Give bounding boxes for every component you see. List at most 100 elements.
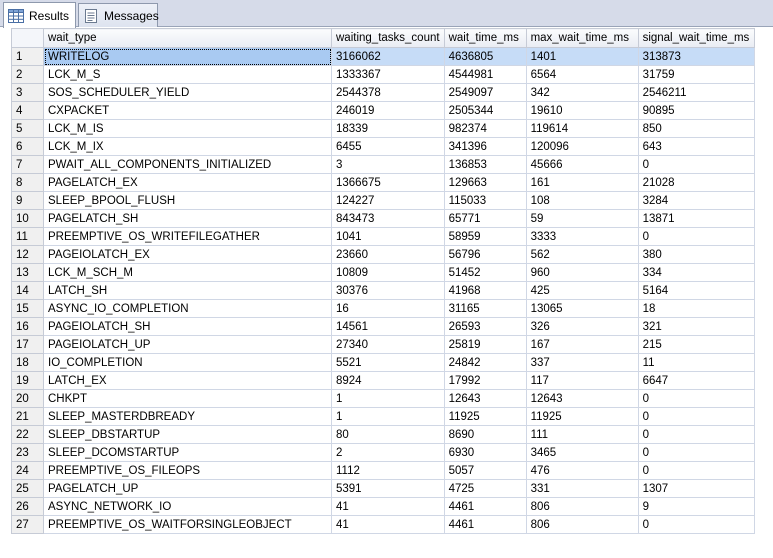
signal-wait-time-ms-cell[interactable]: 9 — [637, 497, 755, 516]
row-number[interactable]: 26 — [11, 497, 44, 516]
signal-wait-time-ms-cell[interactable]: 3284 — [637, 191, 755, 210]
waiting-tasks-count-cell[interactable]: 2 — [331, 443, 445, 462]
wait-type-cell[interactable]: SOS_SCHEDULER_YIELD — [43, 83, 332, 102]
signal-wait-time-ms-cell[interactable]: 1307 — [637, 479, 755, 498]
row-number[interactable]: 1 — [11, 47, 44, 66]
row-number[interactable]: 19 — [11, 371, 44, 390]
wait-time-ms-cell[interactable]: 341396 — [443, 137, 527, 156]
table-row[interactable]: 22 SLEEP_DBSTARTUP 80 8690 111 0 — [11, 425, 755, 444]
wait-time-ms-cell[interactable]: 4461 — [443, 497, 527, 516]
row-number[interactable]: 4 — [11, 101, 44, 120]
signal-wait-time-ms-cell[interactable]: 2546211 — [637, 83, 755, 102]
waiting-tasks-count-cell[interactable]: 10809 — [331, 263, 445, 282]
waiting-tasks-count-cell[interactable]: 30376 — [331, 281, 445, 300]
row-number[interactable]: 15 — [11, 299, 44, 318]
waiting-tasks-count-cell[interactable]: 14561 — [331, 317, 445, 336]
row-number[interactable]: 11 — [11, 227, 44, 246]
signal-wait-time-ms-cell[interactable]: 334 — [637, 263, 755, 282]
wait-type-cell[interactable]: IO_COMPLETION — [43, 353, 332, 372]
wait-type-cell[interactable]: PWAIT_ALL_COMPONENTS_INITIALIZED — [43, 155, 332, 174]
wait-type-cell[interactable]: LATCH_SH — [43, 281, 332, 300]
waiting-tasks-count-cell[interactable]: 1112 — [331, 461, 445, 480]
max-wait-time-ms-cell[interactable]: 1401 — [525, 47, 639, 66]
table-row[interactable]: 8 PAGELATCH_EX 1366675 129663 161 21028 — [11, 173, 755, 192]
grid-corner[interactable] — [11, 28, 44, 48]
signal-wait-time-ms-cell[interactable]: 0 — [637, 461, 755, 480]
signal-wait-time-ms-cell[interactable]: 0 — [637, 155, 755, 174]
waiting-tasks-count-cell[interactable]: 80 — [331, 425, 445, 444]
max-wait-time-ms-cell[interactable]: 806 — [525, 497, 639, 516]
wait-type-cell[interactable]: LATCH_EX — [43, 371, 332, 390]
waiting-tasks-count-cell[interactable]: 41 — [331, 497, 445, 516]
wait-type-cell[interactable]: PAGEIOLATCH_UP — [43, 335, 332, 354]
table-row[interactable]: 16 PAGEIOLATCH_SH 14561 26593 326 321 — [11, 317, 755, 336]
wait-type-cell[interactable]: PREEMPTIVE_OS_FILEOPS — [43, 461, 332, 480]
wait-type-cell[interactable]: PAGELATCH_UP — [43, 479, 332, 498]
max-wait-time-ms-cell[interactable]: 161 — [525, 173, 639, 192]
wait-type-cell[interactable]: PAGELATCH_SH — [43, 209, 332, 228]
table-row[interactable]: 14 LATCH_SH 30376 41968 425 5164 — [11, 281, 755, 300]
signal-wait-time-ms-cell[interactable]: 11 — [637, 353, 755, 372]
max-wait-time-ms-cell[interactable]: 3333 — [525, 227, 639, 246]
signal-wait-time-ms-cell[interactable]: 380 — [637, 245, 755, 264]
table-row[interactable]: 17 PAGEIOLATCH_UP 27340 25819 167 215 — [11, 335, 755, 354]
row-number[interactable]: 21 — [11, 407, 44, 426]
wait-type-cell[interactable]: ASYNC_IO_COMPLETION — [43, 299, 332, 318]
table-row[interactable]: 19 LATCH_EX 8924 17992 117 6647 — [11, 371, 755, 390]
max-wait-time-ms-cell[interactable]: 119614 — [525, 119, 639, 138]
wait-time-ms-cell[interactable]: 58959 — [443, 227, 527, 246]
table-row[interactable]: 13 LCK_M_SCH_M 10809 51452 960 334 — [11, 263, 755, 282]
column-header-signal-wait-time-ms[interactable]: signal_wait_time_ms — [637, 28, 755, 48]
max-wait-time-ms-cell[interactable]: 167 — [525, 335, 639, 354]
wait-time-ms-cell[interactable]: 8690 — [443, 425, 527, 444]
waiting-tasks-count-cell[interactable]: 3166062 — [331, 47, 445, 66]
signal-wait-time-ms-cell[interactable]: 6647 — [637, 371, 755, 390]
waiting-tasks-count-cell[interactable]: 124227 — [331, 191, 445, 210]
max-wait-time-ms-cell[interactable]: 6564 — [525, 65, 639, 84]
max-wait-time-ms-cell[interactable]: 117 — [525, 371, 639, 390]
wait-time-ms-cell[interactable]: 982374 — [443, 119, 527, 138]
row-number[interactable]: 12 — [11, 245, 44, 264]
column-header-max-wait-time-ms[interactable]: max_wait_time_ms — [525, 28, 639, 48]
results-grid[interactable]: wait_type waiting_tasks_count wait_time_… — [0, 28, 773, 558]
waiting-tasks-count-cell[interactable]: 1333367 — [331, 65, 445, 84]
column-header-waiting-tasks-count[interactable]: waiting_tasks_count — [331, 28, 445, 48]
max-wait-time-ms-cell[interactable]: 331 — [525, 479, 639, 498]
row-number[interactable]: 13 — [11, 263, 44, 282]
waiting-tasks-count-cell[interactable]: 1 — [331, 389, 445, 408]
table-row[interactable]: 23 SLEEP_DCOMSTARTUP 2 6930 3465 0 — [11, 443, 755, 462]
wait-type-cell[interactable]: SLEEP_MASTERDBREADY — [43, 407, 332, 426]
row-number[interactable]: 7 — [11, 155, 44, 174]
wait-type-cell[interactable]: CXPACKET — [43, 101, 332, 120]
table-row[interactable]: 5 LCK_M_IS 18339 982374 119614 850 — [11, 119, 755, 138]
wait-type-cell[interactable]: SLEEP_BPOOL_FLUSH — [43, 191, 332, 210]
wait-time-ms-cell[interactable]: 4461 — [443, 515, 527, 534]
wait-type-cell[interactable]: WRITELOG — [43, 47, 332, 66]
table-row[interactable]: 20 CHKPT 1 12643 12643 0 — [11, 389, 755, 408]
waiting-tasks-count-cell[interactable]: 16 — [331, 299, 445, 318]
wait-time-ms-cell[interactable]: 4725 — [443, 479, 527, 498]
max-wait-time-ms-cell[interactable]: 476 — [525, 461, 639, 480]
max-wait-time-ms-cell[interactable]: 326 — [525, 317, 639, 336]
wait-type-cell[interactable]: PAGEIOLATCH_SH — [43, 317, 332, 336]
table-row[interactable]: 15 ASYNC_IO_COMPLETION 16 31165 13065 18 — [11, 299, 755, 318]
wait-time-ms-cell[interactable]: 31165 — [443, 299, 527, 318]
table-row[interactable]: 24 PREEMPTIVE_OS_FILEOPS 1112 5057 476 0 — [11, 461, 755, 480]
max-wait-time-ms-cell[interactable]: 562 — [525, 245, 639, 264]
tab-messages[interactable]: Messages — [78, 3, 159, 27]
waiting-tasks-count-cell[interactable]: 6455 — [331, 137, 445, 156]
wait-type-cell[interactable]: LCK_M_IX — [43, 137, 332, 156]
row-number[interactable]: 16 — [11, 317, 44, 336]
max-wait-time-ms-cell[interactable]: 425 — [525, 281, 639, 300]
table-row[interactable]: 21 SLEEP_MASTERDBREADY 1 11925 11925 0 — [11, 407, 755, 426]
max-wait-time-ms-cell[interactable]: 13065 — [525, 299, 639, 318]
max-wait-time-ms-cell[interactable]: 11925 — [525, 407, 639, 426]
wait-type-cell[interactable]: PREEMPTIVE_OS_WRITEFILEGATHER — [43, 227, 332, 246]
max-wait-time-ms-cell[interactable]: 19610 — [525, 101, 639, 120]
table-row[interactable]: 11 PREEMPTIVE_OS_WRITEFILEGATHER 1041 58959… — [11, 227, 755, 246]
signal-wait-time-ms-cell[interactable]: 643 — [637, 137, 755, 156]
row-number[interactable]: 20 — [11, 389, 44, 408]
waiting-tasks-count-cell[interactable]: 1 — [331, 407, 445, 426]
waiting-tasks-count-cell[interactable]: 27340 — [331, 335, 445, 354]
table-row[interactable]: 27 PREEMPTIVE_OS_WAITFORSINGLEOBJECT 41 446… — [11, 515, 755, 534]
